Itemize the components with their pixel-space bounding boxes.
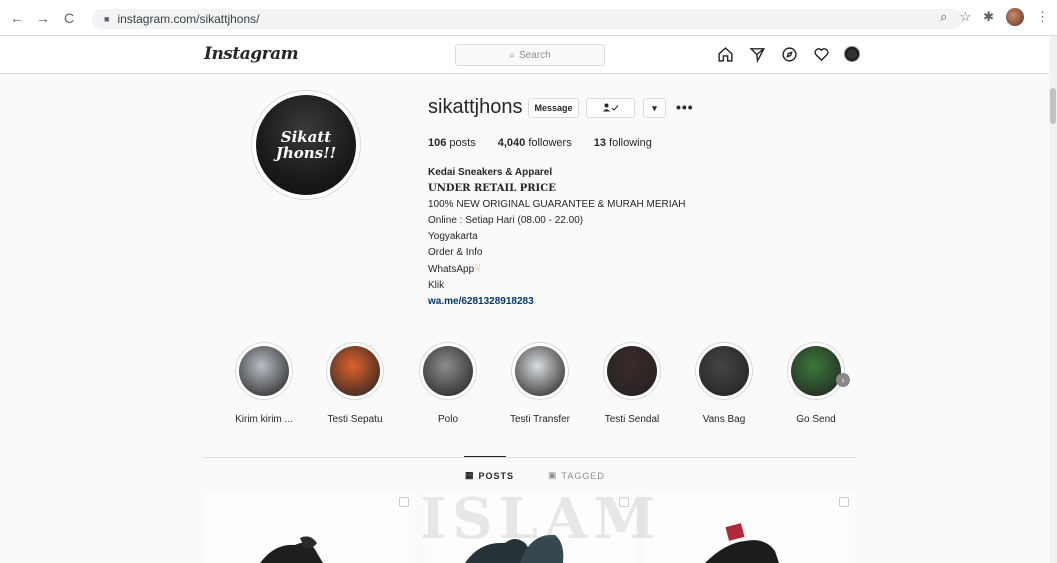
bio-line-3: Online : Setiap Hari (08.00 - 22.00) xyxy=(428,215,584,226)
bio-line-2: 100% NEW ORIGINAL GUARANTEE & MURAH MERI… xyxy=(428,199,686,210)
bio-line-1: UNDER RETAIL PRICE xyxy=(428,183,556,194)
message-button[interactable]: Message xyxy=(528,98,579,118)
profile-pic-text-1: Sikatt xyxy=(280,127,332,146)
story-highlight[interactable]: Polo xyxy=(413,342,483,425)
highlight-cover[interactable] xyxy=(695,342,753,400)
highlight-image xyxy=(330,346,380,396)
pointing-hand-icon: ☟ xyxy=(474,263,481,275)
bio-name: Kedai Sneakers & Apparel xyxy=(428,167,553,178)
highlight-label: Testi Sendal xyxy=(604,414,660,425)
highlight-image xyxy=(423,346,473,396)
highlight-cover[interactable] xyxy=(235,342,293,400)
scrollbar-thumb[interactable] xyxy=(1050,88,1056,124)
reload-icon[interactable]: C xyxy=(60,9,78,27)
extensions-icon[interactable]: ✱ xyxy=(983,9,994,25)
instagram-logo[interactable]: Instagram xyxy=(204,44,299,64)
highlight-image xyxy=(791,346,841,396)
zoom-icon[interactable]: ⌕ xyxy=(940,9,947,25)
tab-posts-label: POSTS xyxy=(478,470,515,481)
story-highlight[interactable]: Testi Sepatu xyxy=(320,342,390,425)
highlight-image xyxy=(515,346,565,396)
highlight-label: Testi Transfer xyxy=(509,414,571,425)
bio-line-6-row: WhatsApp☟ xyxy=(428,261,685,278)
post-thumbnail-3[interactable] xyxy=(645,493,855,563)
highlight-label: Kirim kirim ... xyxy=(235,414,293,425)
followers-stat[interactable]: 4,040 followers xyxy=(498,137,572,149)
tab-divider xyxy=(204,457,856,458)
browser-menu-icon[interactable]: ⋮ xyxy=(1036,9,1049,25)
highlight-label: Testi Sepatu xyxy=(327,414,383,425)
highlight-cover[interactable] xyxy=(787,342,845,400)
highlight-image xyxy=(239,346,289,396)
profile-stats: 106 posts 4,040 followers 13 following xyxy=(428,137,652,149)
profile-avatar-icon[interactable] xyxy=(844,46,860,62)
tagged-icon: ▣ xyxy=(548,470,558,480)
back-icon[interactable]: ← xyxy=(8,9,26,27)
page-scrollbar[interactable] xyxy=(1049,36,1057,563)
bio-line-5: Order & Info xyxy=(428,247,483,258)
sneaker-photo-2 xyxy=(425,493,635,563)
address-bar[interactable]: ■ instagram.com/sikattjhons/ xyxy=(92,9,962,29)
story-highlight[interactable]: Testi Sendal xyxy=(597,342,667,425)
tab-tagged[interactable]: ▣ TAGGED xyxy=(548,470,605,481)
lock-icon: ■ xyxy=(104,14,110,24)
following-button[interactable] xyxy=(586,98,635,118)
direct-message-icon[interactable] xyxy=(748,45,766,63)
forward-icon[interactable]: → xyxy=(34,9,52,27)
story-highlight[interactable]: Kirim kirim ... xyxy=(229,342,299,425)
chevron-down-icon: ▾ xyxy=(652,102,657,113)
explore-icon[interactable] xyxy=(780,45,798,63)
highlights-next-icon[interactable]: › xyxy=(836,373,850,387)
search-icon: ⌕ xyxy=(509,49,515,61)
profile-bio: Kedai Sneakers & Apparel UNDER RETAIL PR… xyxy=(428,165,685,310)
home-icon[interactable] xyxy=(716,45,734,63)
story-highlight[interactable]: Testi Transfer xyxy=(505,342,575,425)
activity-heart-icon[interactable] xyxy=(812,45,830,63)
sneaker-photo-3 xyxy=(645,493,855,563)
profile-username: sikattjhons xyxy=(428,96,523,118)
highlight-cover[interactable] xyxy=(326,342,384,400)
active-tab-indicator xyxy=(464,456,506,457)
search-input[interactable]: ⌕ Search xyxy=(455,44,605,66)
story-highlight[interactable]: Vans Bag xyxy=(689,342,759,425)
grid-icon: ▦ xyxy=(465,470,475,480)
tab-tagged-label: TAGGED xyxy=(561,470,605,481)
sneaker-photo-1 xyxy=(205,493,415,563)
bio-line-7: Klik xyxy=(428,280,445,291)
url-text: instagram.com/sikattjhons/ xyxy=(117,12,260,26)
highlight-cover[interactable] xyxy=(419,342,477,400)
bio-line-4: Yogyakarta xyxy=(428,231,478,242)
select-checkbox[interactable] xyxy=(399,497,409,507)
profile-picture[interactable]: Sikatt Jhons!! xyxy=(251,90,361,200)
highlight-cover[interactable] xyxy=(603,342,661,400)
posts-stat: 106 posts xyxy=(428,137,476,149)
suggestions-dropdown-button[interactable]: ▾ xyxy=(643,98,666,118)
instagram-header: Instagram ⌕ Search xyxy=(0,36,1057,74)
profile-pic-text-2: Jhons!! xyxy=(275,144,337,162)
more-options-icon[interactable]: ••• xyxy=(676,99,694,115)
following-stat[interactable]: 13 following xyxy=(594,137,652,149)
highlight-label: Go Send xyxy=(796,414,836,425)
highlight-image xyxy=(607,346,657,396)
highlight-cover[interactable] xyxy=(511,342,569,400)
bio-line-6: WhatsApp xyxy=(428,264,475,275)
search-placeholder: Search xyxy=(518,49,551,61)
highlight-image xyxy=(699,346,749,396)
bio-website-link[interactable]: wa.me/6281328918283 xyxy=(428,294,685,310)
select-checkbox[interactable] xyxy=(839,497,849,507)
highlight-label: Vans Bag xyxy=(702,414,746,425)
select-checkbox[interactable] xyxy=(619,497,629,507)
post-thumbnail-1[interactable] xyxy=(205,493,415,563)
browser-toolbar: ← → C ■ instagram.com/sikattjhons/ ⌕ ☆ ✱… xyxy=(0,0,1057,36)
post-thumbnail-2[interactable] xyxy=(425,493,635,563)
bookmark-star-icon[interactable]: ☆ xyxy=(959,9,971,25)
browser-profile-avatar[interactable] xyxy=(1006,8,1024,26)
highlight-label: Polo xyxy=(437,414,458,425)
user-check-icon xyxy=(602,103,620,114)
tab-posts[interactable]: ▦ POSTS xyxy=(465,470,514,481)
